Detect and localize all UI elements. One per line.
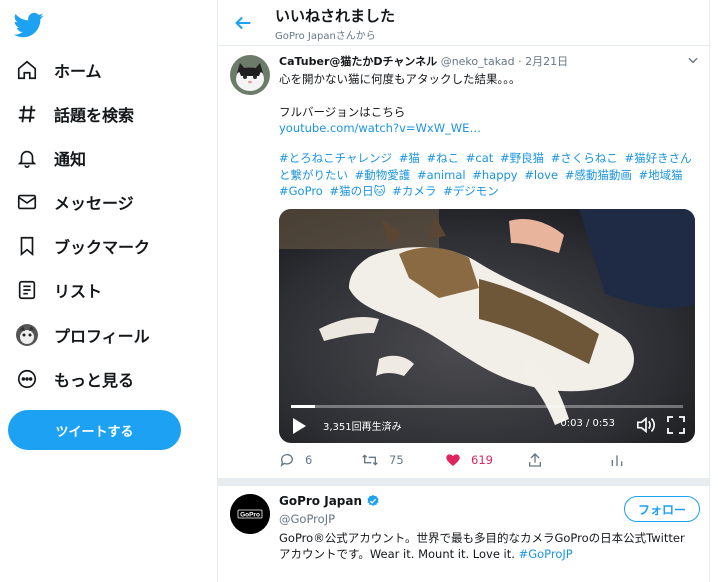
verified-badge-icon <box>366 494 380 508</box>
page-subtitle: GoPro Japanさんから <box>275 31 376 42</box>
profile-avatar[interactable]: GoPro <box>230 494 270 534</box>
sidebar: ホーム 話題を検索 通知 メッセージ ブックマーク リスト プロフィール もっと… <box>0 0 218 582</box>
nav-bookmarks[interactable]: ブックマーク <box>14 228 150 264</box>
tweet-date[interactable]: 2月21日 <box>525 55 568 68</box>
reply-icon <box>280 454 293 467</box>
tweet-avatar[interactable] <box>230 55 270 95</box>
nav-messages[interactable]: メッセージ <box>14 184 134 220</box>
chevron-down-icon[interactable] <box>686 52 700 66</box>
share-icon <box>529 453 541 467</box>
share-button[interactable] <box>527 448 553 472</box>
nav-home[interactable]: ホーム <box>14 52 102 88</box>
main-column: いいねされました GoPro Japanさんから CaTuber@猫たかDチャン… <box>217 0 710 582</box>
video-controls: 3,351回再生済み 0:03 / 0:53 <box>279 405 695 443</box>
more-icon <box>14 366 40 392</box>
tweet-video[interactable]: 3,351回再生済み 0:03 / 0:53 <box>279 209 695 443</box>
nav-notifications-label: 通知 <box>54 150 87 169</box>
hashtag-link[interactable]: #animal <box>417 168 466 182</box>
nav-lists[interactable]: リスト <box>14 272 102 308</box>
nav-profile[interactable]: プロフィール <box>14 317 150 353</box>
video-time: 0:03 / 0:53 <box>560 418 615 429</box>
nav-more-label: もっと見る <box>54 371 135 390</box>
profile-name[interactable]: GoPro Japan <box>279 494 362 508</box>
heart-icon <box>446 454 460 466</box>
video-views: 3,351回再生済み <box>323 422 402 433</box>
video-progress-track[interactable] <box>291 405 683 408</box>
retweet-icon <box>362 454 378 466</box>
nav-notifications[interactable]: 通知 <box>14 140 86 176</box>
tweet-button[interactable]: ツイートする <box>8 410 181 450</box>
tweet[interactable]: CaTuber@猫たかDチャンネル @neko_takad · 2月21日 心を… <box>218 46 710 476</box>
hashtag-link[interactable]: #動物愛護 <box>355 168 411 182</box>
hashtag-link[interactable]: #ねこ <box>426 151 459 165</box>
hashtag-link[interactable]: #さくらねこ <box>551 151 618 165</box>
nav-lists-label: リスト <box>54 282 103 301</box>
fullscreen-icon[interactable] <box>667 416 685 434</box>
page-title: いいねされました <box>275 7 396 25</box>
list-icon <box>14 277 40 303</box>
hashtag-link[interactable]: #デジモン <box>443 184 499 198</box>
hashtag-link[interactable]: #野良猫 <box>500 151 544 165</box>
tweet-fullversion-text: フルバージョンはこちら <box>279 105 406 119</box>
avatar-icon <box>14 322 40 348</box>
analytics-icon <box>611 455 623 466</box>
envelope-icon <box>14 189 40 215</box>
hashtag-link[interactable]: #猫 <box>399 151 420 165</box>
bell-icon <box>14 145 40 171</box>
gopro-logo: GoPro <box>230 494 270 534</box>
nav-more[interactable]: もっと見る <box>14 361 134 397</box>
tweet-text: 心を開かない猫に何度もアタックした結果。。。 <box>279 72 521 86</box>
tweet-hashtags: #とろねこチャレンジ #猫 #ねこ #cat #野良猫 #さくらねこ #猫好きさ… <box>279 150 699 200</box>
nav-home-label: ホーム <box>54 62 102 81</box>
section-divider <box>218 478 710 486</box>
hashtag-link[interactable]: #感動猫動画 <box>565 168 632 182</box>
page-header: いいねされました GoPro Japanさんから <box>218 0 709 46</box>
hashtag-link[interactable]: #GoPro <box>279 184 323 198</box>
like-button[interactable]: 619 <box>445 448 493 472</box>
home-icon <box>14 57 40 83</box>
tweet-author-handle[interactable]: @neko_takad <box>441 55 515 68</box>
video-progress-fill <box>291 405 315 408</box>
profile-handle[interactable]: @GoProJP <box>279 512 335 526</box>
profile-bio: GoPro®公式アカウント。世界で最も多目的なカメラGoProの日本公式Twit… <box>279 530 689 562</box>
tweet-header: CaTuber@猫たかDチャンネル @neko_takad · 2月21日 <box>279 53 699 69</box>
twitter-bird-icon[interactable] <box>13 10 44 40</box>
nav-explore-label: 話題を検索 <box>54 106 135 125</box>
nav-profile-label: プロフィール <box>54 327 150 346</box>
profile-bio-hashtag[interactable]: #GoProJP <box>519 547 573 561</box>
hashtag-link[interactable]: #地域猫 <box>638 168 682 182</box>
reply-button[interactable]: 6 <box>279 448 312 472</box>
play-icon[interactable] <box>291 417 307 435</box>
retweet-count: 75 <box>389 453 404 467</box>
nav-bookmarks-label: ブックマーク <box>54 238 151 257</box>
nav-messages-label: メッセージ <box>54 194 134 213</box>
hashtag-link[interactable]: #cat <box>466 151 494 165</box>
gopro-logo-text: GoPro <box>240 512 260 519</box>
hashtag-link[interactable]: #happy <box>472 168 517 182</box>
reply-count: 6 <box>305 453 313 467</box>
tweet-link[interactable]: youtube.com/watch?v=WxW_WE… <box>279 120 699 136</box>
follow-button[interactable]: フォロー <box>624 496 700 522</box>
back-arrow-icon[interactable] <box>232 12 254 34</box>
hashtag-icon <box>14 101 40 127</box>
hashtag-link[interactable]: #猫の日🐱 <box>329 184 385 198</box>
tweet-separator: · <box>518 55 522 68</box>
tweet-actions: 6 75 619 <box>279 448 679 472</box>
retweet-button[interactable]: 75 <box>361 448 404 472</box>
bookmark-icon <box>14 233 40 259</box>
hashtag-link[interactable]: #love <box>524 168 558 182</box>
nav-explore[interactable]: 話題を検索 <box>14 96 134 132</box>
volume-icon[interactable] <box>635 415 657 435</box>
analytics-button[interactable] <box>609 448 635 472</box>
profile-card[interactable]: GoPro GoPro Japan @GoProJP GoPro®公式アカウント… <box>218 486 710 582</box>
hashtag-link[interactable]: #カメラ <box>392 184 436 198</box>
profile-bio-text: GoPro®公式アカウント。世界で最も多目的なカメラGoProの日本公式Twit… <box>279 531 685 561</box>
like-count: 619 <box>471 453 493 467</box>
profile-name-row: GoPro Japan <box>279 494 380 508</box>
tweet-author-name[interactable]: CaTuber@猫たかDチャンネル <box>279 55 437 68</box>
hashtag-link[interactable]: #とろねこチャレンジ <box>279 151 392 165</box>
